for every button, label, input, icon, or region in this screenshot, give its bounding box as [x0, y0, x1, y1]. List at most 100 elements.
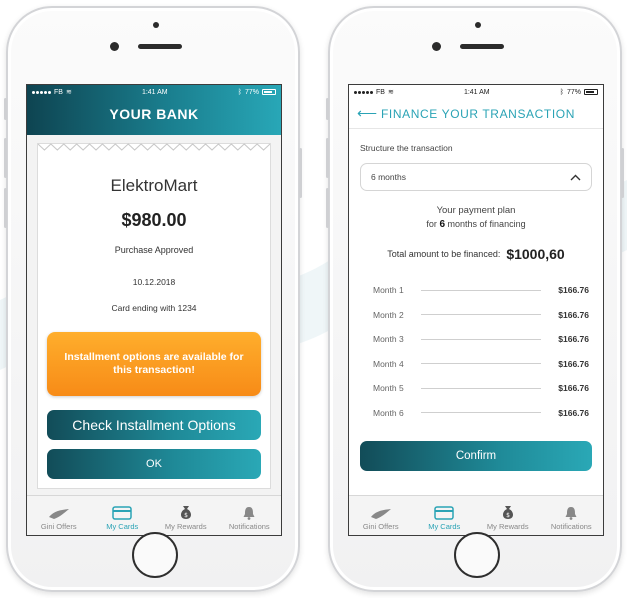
battery-info: ᛒ 77% — [560, 89, 598, 96]
ok-button[interactable]: OK — [47, 449, 261, 479]
month-label: Month 5 — [373, 383, 404, 394]
earpiece-speaker — [460, 44, 504, 49]
check-installment-button[interactable]: Check Installment Options — [47, 410, 261, 440]
plan-months-count: 6 — [439, 219, 446, 230]
month-label: Month 4 — [373, 358, 404, 369]
wifi-icon: ≋ — [65, 89, 72, 96]
month-amount: $166.76 — [558, 309, 589, 320]
volume-up-button — [326, 138, 329, 178]
finance-header: ⟵ FINANCE YOUR TRANSACTION — [349, 99, 603, 129]
tab-bar: Gini Offers My Cards $ My Rewards Notifi… — [349, 495, 603, 535]
tab-my-cards[interactable]: My Cards — [414, 506, 474, 531]
svg-text:$: $ — [506, 512, 510, 519]
month-amount: $166.76 — [558, 383, 589, 394]
month-row: Month 4 $166.76 — [373, 352, 589, 377]
month-label: Month 1 — [373, 285, 404, 296]
receipt-area: ElektroMart $980.00 Purchase Approved 10… — [27, 135, 281, 495]
finance-screen: FB ≋ 1:41 AM ᛒ 77% ⟵ FINANCE YOUR TRANSA… — [348, 84, 604, 536]
phone-left: FB ≋ 1:41 AM ᛒ 77% YOUR BANK ElektroMart… — [4, 6, 302, 592]
tab-notifications[interactable]: Notifications — [219, 506, 279, 531]
tab-label: My Rewards — [164, 522, 207, 531]
money-bag-icon: $ — [180, 506, 191, 519]
battery-percent: 77% — [566, 88, 581, 96]
page-title: FINANCE YOUR TRANSACTION — [381, 106, 575, 121]
tab-my-cards[interactable]: My Cards — [92, 506, 152, 531]
home-button[interactable] — [454, 532, 500, 578]
month-row: Month 1 $166.76 — [373, 278, 589, 303]
power-button — [621, 148, 624, 198]
tab-notifications[interactable]: Notifications — [541, 506, 601, 531]
receipt-card: ElektroMart $980.00 Purchase Approved 10… — [37, 143, 271, 489]
status-bar: FB ≋ 1:41 AM ᛒ 77% — [349, 85, 603, 99]
structure-label: Structure the transaction — [360, 143, 453, 153]
front-sensor — [475, 22, 481, 28]
month-label: Month 6 — [373, 407, 404, 418]
gini-bird-icon — [48, 509, 69, 519]
plan-subheading: for 6 months of financing — [349, 219, 603, 230]
battery-icon — [261, 89, 276, 95]
bluetooth-icon: ᛒ — [559, 88, 564, 96]
leader-line — [421, 338, 541, 340]
total-amount: $1000,60 — [506, 246, 565, 262]
mute-switch — [4, 98, 7, 120]
front-sensor — [153, 22, 159, 28]
front-camera — [432, 42, 441, 51]
volume-down-button — [4, 188, 7, 228]
confirm-button[interactable]: Confirm — [360, 441, 592, 471]
tab-label: Notifications — [228, 522, 270, 531]
plan-heading: Your payment plan — [436, 205, 516, 216]
carrier-name: FB — [376, 88, 385, 96]
plan-prefix: for — [426, 219, 437, 229]
month-row: Month 3 $166.76 — [373, 327, 589, 352]
bell-icon — [243, 507, 255, 520]
wifi-icon: ≋ — [387, 89, 394, 96]
month-amount: $166.76 — [558, 285, 589, 296]
battery-info: ᛒ 77% — [238, 89, 276, 96]
phone-right: FB ≋ 1:41 AM ᛒ 77% ⟵ FINANCE YOUR TRANSA… — [326, 6, 624, 592]
total-row: Total amount to be financed: $1000,60 — [349, 246, 603, 262]
volume-up-button — [4, 138, 7, 178]
carrier-name: FB — [54, 88, 63, 96]
tab-label: My Rewards — [486, 522, 529, 531]
card-icon — [434, 506, 454, 520]
tab-gini-offers[interactable]: Gini Offers — [29, 508, 89, 531]
tab-bar: Gini Offers My Cards $ My Rewards Notifi… — [27, 495, 281, 535]
home-button[interactable] — [132, 532, 178, 578]
tab-label: My Cards — [106, 522, 139, 531]
month-label: Month 2 — [373, 309, 404, 320]
carrier-info: FB ≋ — [32, 88, 72, 96]
leader-line — [421, 387, 541, 389]
leader-line — [421, 314, 541, 316]
tab-my-rewards[interactable]: $ My Rewards — [478, 504, 538, 531]
tab-label: Notifications — [550, 522, 592, 531]
tab-gini-offers[interactable]: Gini Offers — [351, 508, 411, 531]
merchant-name: ElektroMart — [110, 176, 198, 195]
total-label: Total amount to be financed: — [387, 249, 501, 259]
page-title: YOUR BANK — [109, 106, 199, 122]
purchase-date: 10.12.2018 — [132, 277, 176, 287]
card-info: Card ending with 1234 — [111, 303, 197, 313]
receipt-zigzag-edge — [38, 143, 270, 151]
power-button — [299, 148, 302, 198]
signal-icon — [354, 90, 373, 94]
status-time: 1:41 AM — [463, 88, 490, 96]
tab-label: Gini Offers — [40, 522, 77, 531]
battery-percent: 77% — [244, 88, 259, 96]
months-dropdown[interactable]: 6 months — [360, 163, 592, 191]
bank-header: FB ≋ 1:41 AM ᛒ 77% YOUR BANK — [27, 85, 281, 135]
card-icon — [112, 506, 132, 520]
tab-label: My Cards — [428, 522, 461, 531]
tab-my-rewards[interactable]: $ My Rewards — [156, 504, 216, 531]
dropdown-value: 6 months — [371, 172, 406, 182]
month-row: Month 5 $166.76 — [373, 376, 589, 401]
bank-screen: FB ≋ 1:41 AM ᛒ 77% YOUR BANK ElektroMart… — [26, 84, 282, 536]
signal-icon — [32, 90, 51, 94]
back-arrow-icon[interactable]: ⟵ — [357, 105, 381, 122]
front-camera — [110, 42, 119, 51]
purchase-amount: $980.00 — [121, 210, 187, 230]
month-label: Month 3 — [373, 334, 404, 345]
installment-banner: Installment options are available for th… — [47, 332, 261, 396]
payment-schedule: Month 1 $166.76 Month 2 $166.76 Month 3 … — [373, 278, 589, 425]
leader-line — [421, 412, 541, 414]
battery-icon — [583, 89, 598, 95]
